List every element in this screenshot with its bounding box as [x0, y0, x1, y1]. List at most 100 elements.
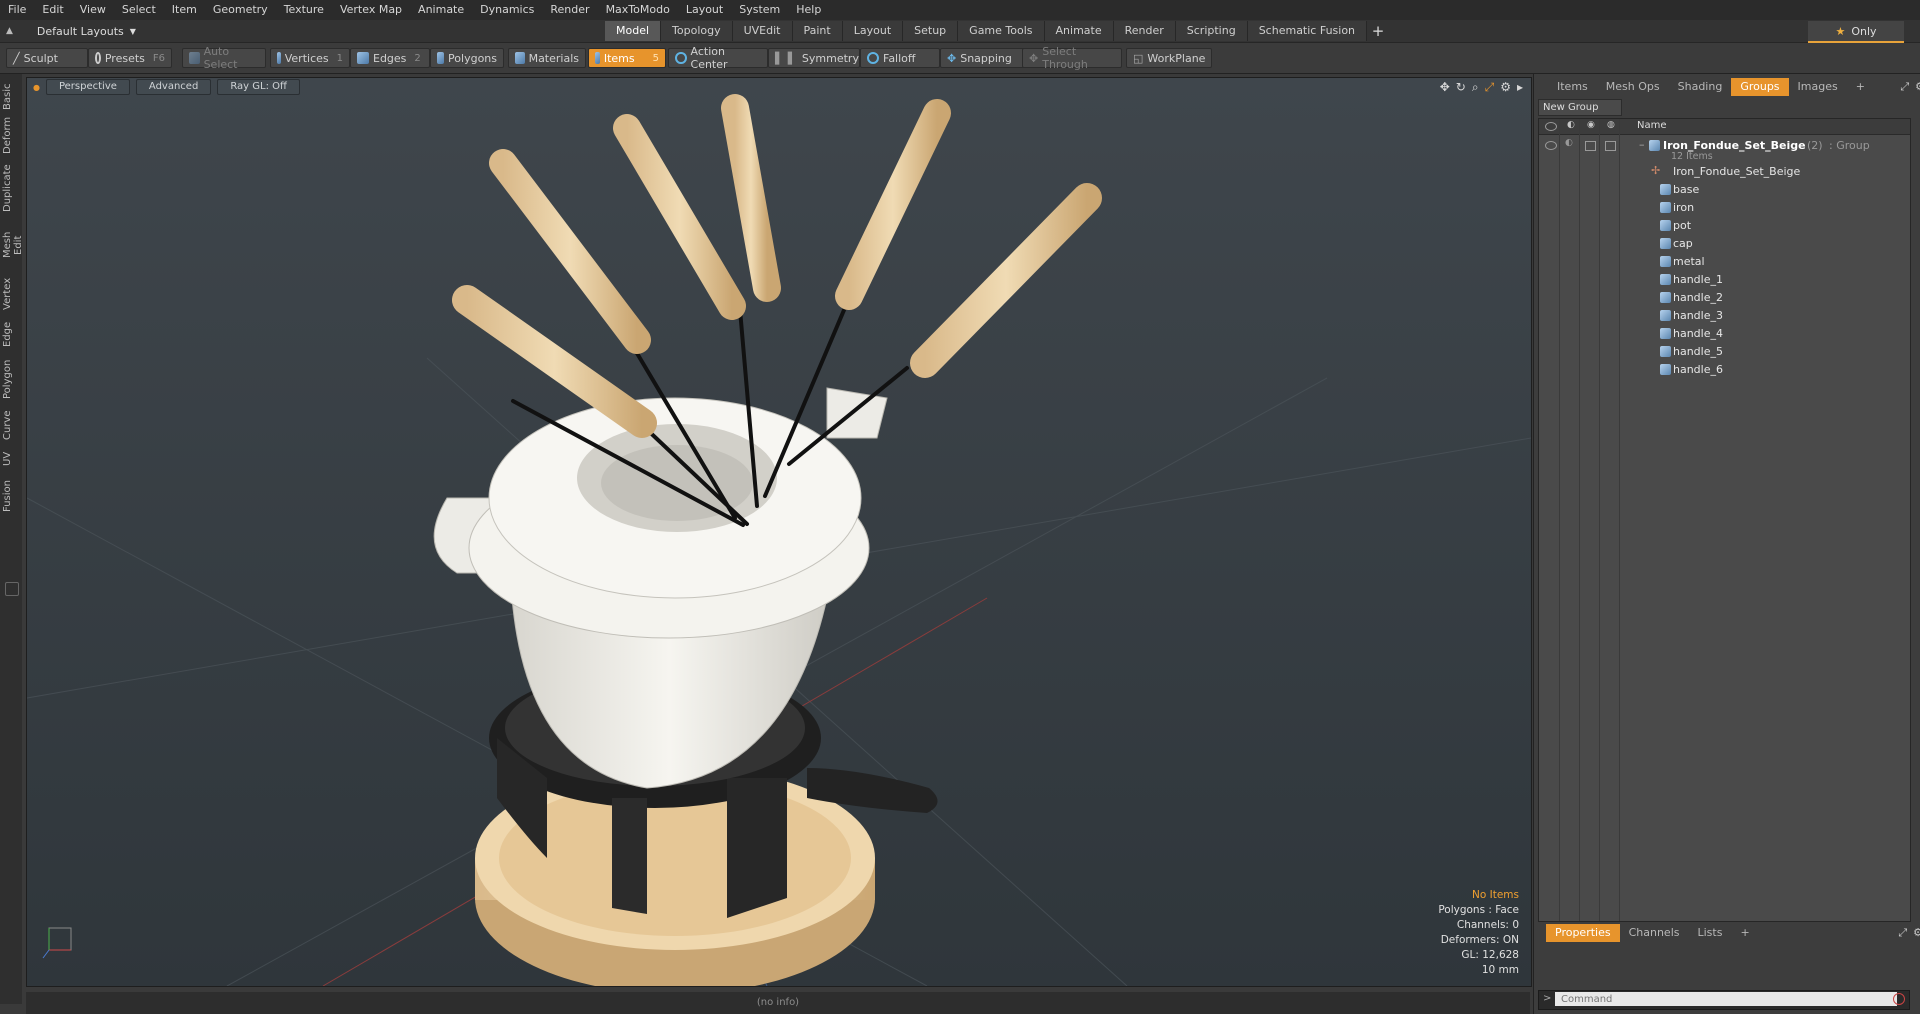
- lock-column-icon[interactable]: ◉: [1587, 120, 1595, 130]
- workplane-button[interactable]: ◱ WorkPlane: [1126, 48, 1212, 68]
- menu-item[interactable]: Item: [164, 0, 205, 20]
- mesh-icon: [1660, 346, 1671, 357]
- edges-button[interactable]: Edges 2: [350, 48, 430, 68]
- tab-items[interactable]: Items: [1548, 78, 1597, 96]
- menu-view[interactable]: View: [72, 0, 114, 20]
- tab-layout[interactable]: Layout: [842, 21, 904, 41]
- tab-setup[interactable]: Setup: [903, 21, 959, 41]
- vtab-edge[interactable]: Edge: [2, 320, 20, 348]
- tree-item-handle-5[interactable]: handle_5: [1539, 343, 1910, 361]
- menu-select[interactable]: Select: [114, 0, 164, 20]
- layout-dropdown[interactable]: ▲ Default Layouts ▼: [6, 20, 136, 42]
- falloff-button[interactable]: Falloff: [860, 48, 940, 68]
- polygons-info: Polygons : Face: [1438, 904, 1519, 916]
- properties-maximize-icon[interactable]: ⤢: [1898, 926, 1907, 940]
- materials-button[interactable]: Materials: [508, 48, 586, 68]
- tab-channels[interactable]: Channels: [1620, 924, 1689, 942]
- menu-vertex-map[interactable]: Vertex Map: [332, 0, 410, 20]
- command-input[interactable]: [1555, 992, 1897, 1006]
- polygons-button[interactable]: Polygons: [430, 48, 504, 68]
- tree-item-handle-2[interactable]: handle_2: [1539, 289, 1910, 307]
- visibility-column-icon[interactable]: [1545, 122, 1557, 131]
- tab-properties[interactable]: Properties: [1546, 924, 1620, 942]
- select-column-icon[interactable]: ◍: [1607, 120, 1615, 130]
- action-center-button[interactable]: Action Center: [668, 45, 768, 71]
- properties-gear-icon[interactable]: ⚙: [1913, 926, 1920, 940]
- tab-lists[interactable]: Lists: [1689, 924, 1732, 942]
- tree-item-handle-3[interactable]: handle_3: [1539, 307, 1910, 325]
- tab-images[interactable]: Images: [1789, 78, 1847, 96]
- new-group-button[interactable]: New Group: [1538, 99, 1622, 116]
- menu-help[interactable]: Help: [788, 0, 829, 20]
- vtab-duplicate[interactable]: Duplicate: [2, 164, 20, 212]
- menu-edit[interactable]: Edit: [34, 0, 71, 20]
- vtab-uv[interactable]: UV: [2, 450, 20, 468]
- group-lock-icon[interactable]: [1585, 141, 1596, 151]
- vtab-curve[interactable]: Curve: [2, 410, 20, 440]
- vtab-deform[interactable]: Deform: [2, 117, 20, 154]
- tab-groups[interactable]: Groups: [1731, 78, 1789, 96]
- menu-geometry[interactable]: Geometry: [205, 0, 276, 20]
- tree-item-pot[interactable]: pot: [1539, 217, 1910, 235]
- menu-dynamics[interactable]: Dynamics: [472, 0, 542, 20]
- tree-item-base[interactable]: base: [1539, 181, 1910, 199]
- tab-render[interactable]: Render: [1113, 21, 1176, 41]
- menu-system[interactable]: System: [731, 0, 788, 20]
- tab-model[interactable]: Model: [605, 21, 662, 41]
- maximize-icon[interactable]: ⤢: [1900, 80, 1909, 94]
- layout-expand-icon[interactable]: ▲: [6, 26, 13, 36]
- vtab-mesh-edit[interactable]: Mesh Edit: [2, 222, 24, 268]
- group-row[interactable]: ◐ – Iron_Fondue_Set_Beige (2) : Group 12…: [1539, 137, 1910, 163]
- group-render-icon[interactable]: ◐: [1565, 138, 1573, 148]
- vertices-button[interactable]: Vertices 1: [270, 48, 350, 68]
- tree-item-locator[interactable]: ✢ Iron_Fondue_Set_Beige: [1539, 163, 1910, 181]
- vtab-polygon[interactable]: Polygon: [2, 358, 20, 400]
- auto-select-button[interactable]: Auto Select: [182, 45, 266, 71]
- vtab-basic[interactable]: Basic: [2, 82, 20, 112]
- tab-scripting[interactable]: Scripting: [1175, 21, 1248, 41]
- tree-item-metal[interactable]: metal: [1539, 253, 1910, 271]
- collapse-icon[interactable]: –: [1639, 138, 1645, 151]
- tree-item-handle-6[interactable]: handle_6: [1539, 361, 1910, 379]
- render-column-icon[interactable]: ◐: [1567, 120, 1575, 130]
- menu-maxtomodo[interactable]: MaxToModo: [598, 0, 678, 20]
- command-history-icon[interactable]: [1893, 993, 1905, 1005]
- menu-layout[interactable]: Layout: [678, 0, 731, 20]
- tab-game-tools[interactable]: Game Tools: [958, 21, 1045, 41]
- 3d-viewport[interactable]: ● Perspective Advanced Ray GL: Off ✥ ↻ ⌕…: [26, 77, 1532, 987]
- menu-animate[interactable]: Animate: [410, 0, 472, 20]
- tree-item-handle-4[interactable]: handle_4: [1539, 325, 1910, 343]
- tool-pin-icon[interactable]: [5, 582, 19, 596]
- tab-uvedit[interactable]: UVEdit: [732, 21, 793, 41]
- items-button[interactable]: Items 5: [588, 48, 666, 68]
- tab-topology[interactable]: Topology: [661, 21, 733, 41]
- tab-shading[interactable]: Shading: [1669, 78, 1732, 96]
- vtab-vertex[interactable]: Vertex: [2, 278, 20, 310]
- tree-item-cap[interactable]: cap: [1539, 235, 1910, 253]
- menu-texture[interactable]: Texture: [276, 0, 332, 20]
- viewport-info: No Items Polygons : Face Channels: 0 Def…: [1438, 888, 1519, 978]
- symmetry-button[interactable]: ▌▐ Symmetry: [768, 48, 860, 68]
- name-column-header[interactable]: Name: [1637, 120, 1667, 131]
- select-through-button[interactable]: ✥ Select Through: [1022, 45, 1122, 71]
- panel-gear-icon[interactable]: ⚙: [1915, 80, 1920, 94]
- tree-item-iron[interactable]: iron: [1539, 199, 1910, 217]
- only-button[interactable]: ★ Only: [1808, 21, 1904, 43]
- tab-schematic-fusion[interactable]: Schematic Fusion: [1247, 21, 1368, 41]
- tab-paint[interactable]: Paint: [792, 21, 843, 41]
- properties-tabs: Properties Channels Lists + ⤢ ⚙: [1534, 924, 1920, 942]
- sculpt-button[interactable]: ╱ Sculpt: [6, 48, 88, 68]
- group-visibility-icon[interactable]: [1545, 141, 1557, 150]
- tab-mesh-ops[interactable]: Mesh Ops: [1597, 78, 1669, 96]
- menu-file[interactable]: File: [0, 0, 34, 20]
- add-tab-icon[interactable]: +: [1367, 21, 1389, 41]
- snapping-button[interactable]: ✥ Snapping: [940, 48, 1030, 68]
- add-panel-tab-icon[interactable]: +: [1847, 78, 1874, 96]
- menu-render[interactable]: Render: [542, 0, 597, 20]
- presets-button[interactable]: Presets F6: [88, 48, 172, 68]
- tab-animate[interactable]: Animate: [1044, 21, 1114, 41]
- add-properties-tab-icon[interactable]: +: [1731, 924, 1758, 942]
- group-select-icon[interactable]: [1605, 141, 1616, 151]
- tree-item-handle-1[interactable]: handle_1: [1539, 271, 1910, 289]
- vtab-fusion[interactable]: Fusion: [2, 478, 20, 514]
